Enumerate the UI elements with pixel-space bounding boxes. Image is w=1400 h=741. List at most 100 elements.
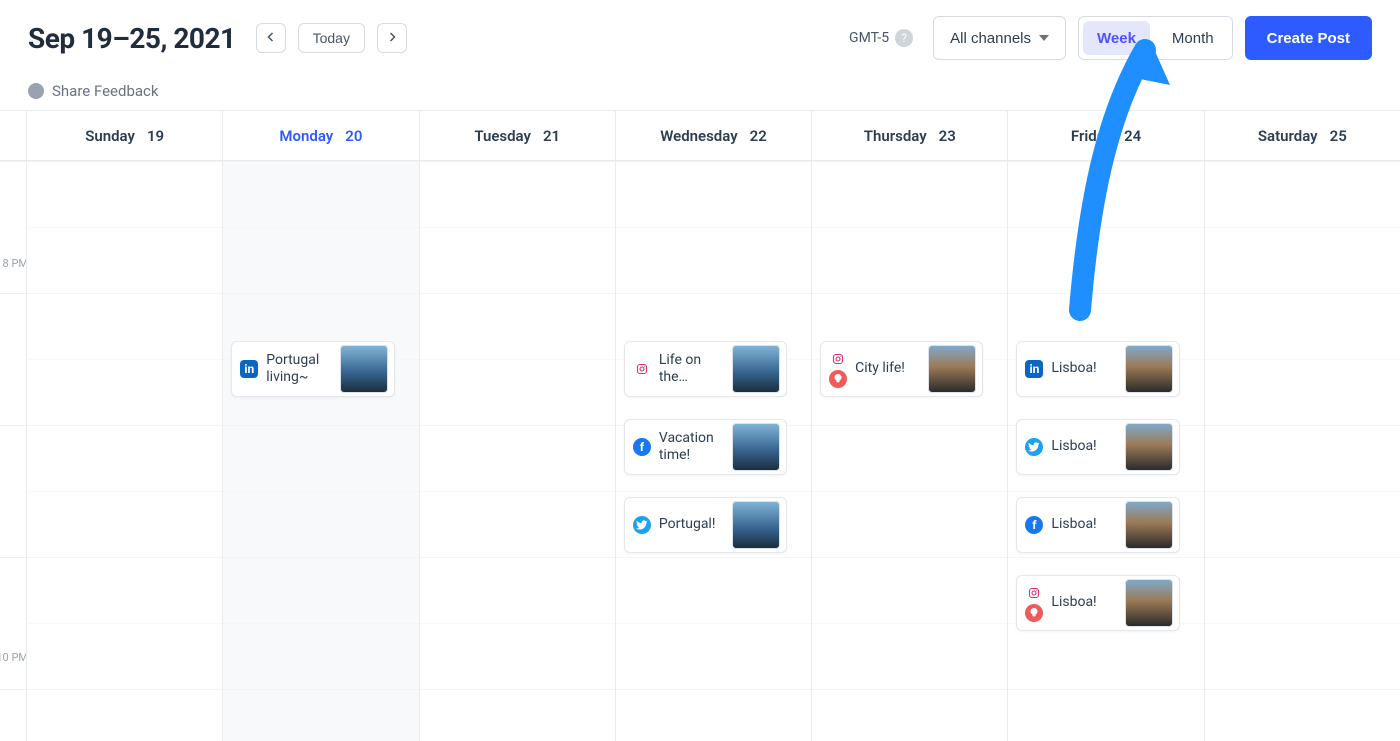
post-card[interactable]: in Portugal living~ — [231, 341, 394, 397]
create-post-button[interactable]: Create Post — [1245, 16, 1372, 60]
linkedin-icon: in — [240, 360, 258, 378]
time-gutter: 8 PM 10 PM — [0, 161, 26, 741]
post-thumbnail — [1125, 423, 1173, 471]
chevron-down-icon — [1039, 35, 1049, 41]
post-channel-icons: in — [240, 360, 258, 378]
post-card[interactable]: Lisboa! — [1016, 419, 1179, 475]
post-card[interactable]: Lisboa! — [1016, 575, 1179, 631]
linkedin-icon: in — [1025, 360, 1043, 378]
post-channel-icons — [1025, 438, 1043, 456]
post-text: Lisboa! — [1051, 516, 1116, 534]
post-card[interactable]: f Lisboa! — [1016, 497, 1179, 553]
channels-dropdown[interactable]: All channels — [933, 16, 1066, 60]
next-week-button[interactable] — [377, 23, 407, 53]
post-text: City life! — [855, 360, 920, 378]
post-channel-icons: f — [633, 438, 651, 456]
facebook-icon: f — [633, 438, 651, 456]
post-text: Portugal living~ — [266, 352, 331, 387]
post-text: Lisboa! — [1051, 438, 1116, 456]
instagram-icon — [633, 360, 651, 378]
day-name: Wednesday — [660, 127, 737, 145]
post-thumbnail — [340, 345, 388, 393]
instagram-icon — [1025, 584, 1043, 602]
share-feedback-label: Share Feedback — [52, 82, 159, 100]
view-month-button[interactable]: Month — [1154, 17, 1232, 59]
day-header-sunday: Sunday 19 — [26, 111, 222, 161]
day-number: 23 — [939, 127, 956, 145]
time-label: 8 PM — [3, 257, 26, 270]
timezone-label: GMT-5 ? — [849, 29, 913, 47]
day-name: Tuesday — [474, 127, 531, 145]
topbar-right: GMT-5 ? All channels Week Month Create P… — [849, 16, 1372, 60]
story-icon — [1025, 604, 1043, 622]
day-column-sunday[interactable] — [26, 161, 222, 741]
timezone-text: GMT-5 — [849, 30, 889, 46]
prev-week-button[interactable] — [256, 23, 286, 53]
day-header-friday: Friday 24 — [1007, 111, 1203, 161]
post-thumbnail — [1125, 579, 1173, 627]
topbar-left: Sep 19–25, 2021 Today — [28, 22, 407, 55]
post-card[interactable]: f Vacation time! — [624, 419, 787, 475]
story-icon — [829, 370, 847, 388]
post-channel-icons: in — [1025, 360, 1043, 378]
share-feedback-link[interactable]: Share Feedback — [0, 64, 1400, 110]
calendar-grid: Sunday 19 Monday 20 Tuesday 21 Wednesday 22 Thur… — [0, 110, 1400, 741]
facebook-icon: f — [1025, 516, 1043, 534]
twitter-icon — [633, 516, 651, 534]
post-card[interactable]: inLisboa! — [1016, 341, 1179, 397]
view-week-button[interactable]: Week — [1083, 21, 1150, 55]
day-column-thursday[interactable]: City life! — [811, 161, 1007, 741]
date-range: Sep 19–25, 2021 — [28, 22, 236, 55]
day-column-monday[interactable]: in Portugal living~ — [222, 161, 418, 741]
day-column-saturday[interactable] — [1204, 161, 1400, 741]
post-channel-icons — [633, 360, 651, 378]
day-name: Saturday — [1258, 127, 1318, 145]
day-number: 24 — [1124, 127, 1141, 145]
day-name: Friday — [1071, 127, 1112, 145]
arrow-right-icon — [386, 31, 398, 46]
day-header-wednesday: Wednesday 22 — [615, 111, 811, 161]
today-button[interactable]: Today — [298, 23, 365, 53]
day-column-tuesday[interactable] — [419, 161, 615, 741]
day-number: 21 — [543, 127, 560, 145]
chat-bubble-icon — [28, 83, 44, 99]
day-column-wednesday[interactable]: Life on the… f Vacation time! Portugal! — [615, 161, 811, 741]
view-toggle: Week Month — [1078, 16, 1233, 60]
day-number: 25 — [1330, 127, 1347, 145]
day-name: Monday — [279, 127, 333, 145]
post-thumbnail — [1125, 501, 1173, 549]
help-icon[interactable]: ? — [895, 29, 913, 47]
day-header-saturday: Saturday 25 — [1204, 111, 1400, 161]
day-header-thursday: Thursday 23 — [811, 111, 1007, 161]
post-channel-icons — [1025, 584, 1043, 622]
post-channel-icons: f — [1025, 516, 1043, 534]
day-number: 20 — [345, 127, 362, 145]
day-number: 22 — [750, 127, 767, 145]
topbar: Sep 19–25, 2021 Today GMT-5 ? All channe… — [0, 0, 1400, 64]
day-column-friday[interactable]: inLisboa! Lisboa! f Lisboa! Lisboa! — [1007, 161, 1203, 741]
post-text: Life on the… — [659, 352, 724, 387]
post-text: Vacation time! — [659, 430, 724, 465]
post-text: Portugal! — [659, 516, 724, 534]
post-thumbnail — [732, 345, 780, 393]
instagram-icon — [829, 350, 847, 368]
post-thumbnail — [732, 501, 780, 549]
day-name: Sunday — [85, 127, 135, 145]
post-channel-icons — [829, 350, 847, 388]
post-thumbnail — [1125, 345, 1173, 393]
arrow-left-icon — [265, 31, 277, 46]
post-card[interactable]: Life on the… — [624, 341, 787, 397]
post-channel-icons — [633, 516, 651, 534]
time-label: 10 PM — [0, 651, 26, 664]
channels-dropdown-label: All channels — [950, 30, 1031, 47]
post-text: Lisboa! — [1051, 594, 1116, 612]
post-thumbnail — [928, 345, 976, 393]
post-thumbnail — [732, 423, 780, 471]
day-header-monday: Monday 20 — [222, 111, 418, 161]
post-card[interactable]: Portugal! — [624, 497, 787, 553]
day-name: Thursday — [864, 127, 927, 145]
twitter-icon — [1025, 438, 1043, 456]
day-header-tuesday: Tuesday 21 — [419, 111, 615, 161]
day-number: 19 — [147, 127, 164, 145]
post-card[interactable]: City life! — [820, 341, 983, 397]
